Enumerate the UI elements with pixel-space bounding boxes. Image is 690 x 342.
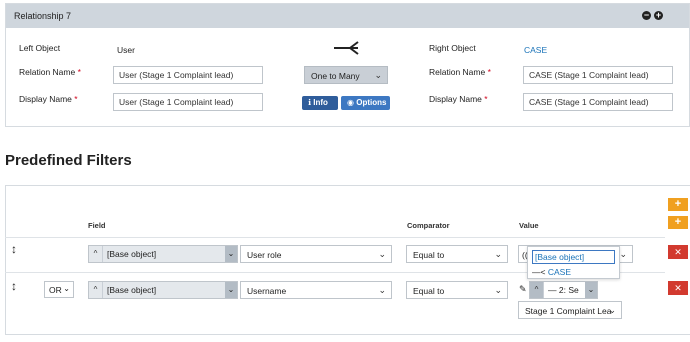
comparator-select[interactable]: Equal to ⌄ — [406, 281, 508, 299]
dropdown-item-case[interactable]: —< CASE — [532, 267, 571, 277]
value-option-select[interactable]: Stage 1 Complaint Lea ⌄ — [518, 301, 622, 319]
plus-circle-icon[interactable]: + — [654, 11, 663, 20]
right-display-name-label: Display Name * — [429, 94, 488, 104]
chevron-down-icon: ⌄ — [494, 285, 502, 295]
info-label: Info — [313, 98, 328, 107]
eye-icon: ◉ — [347, 98, 354, 107]
chevron-down-icon: ⌄ — [374, 70, 382, 80]
dropdown-item-base-object[interactable]: [Base object] — [532, 250, 615, 264]
chevron-up-icon[interactable]: ^ — [89, 246, 102, 262]
relationship-header[interactable]: Relationship 7 − + — [6, 4, 689, 28]
minus-circle-icon[interactable]: − — [642, 11, 651, 20]
chevron-down-icon: ⌄ — [494, 249, 502, 259]
right-relation-name-input[interactable] — [523, 66, 673, 84]
delete-row-button[interactable]: ✕ — [668, 245, 688, 259]
connector-select[interactable]: OR ⌄ — [44, 281, 74, 298]
add-filter-button[interactable]: + — [668, 216, 688, 229]
predefined-filters-title: Predefined Filters — [5, 152, 132, 169]
edit-icon[interactable]: ✎ — [519, 284, 527, 295]
display-name-input[interactable] — [113, 93, 263, 111]
column-field: Field — [88, 221, 106, 230]
chevron-up-icon[interactable]: ^ — [89, 282, 102, 298]
left-object-value: User — [117, 45, 135, 55]
attribute-select[interactable]: Username ⌄ — [240, 281, 392, 299]
left-object-label: Left Object — [19, 43, 61, 53]
display-name-label: Display Name * — [19, 94, 78, 104]
row-divider — [5, 237, 665, 238]
one-to-many-icon: —< — [532, 267, 546, 277]
comparator-value: Equal to — [413, 286, 445, 296]
relation-name-input[interactable] — [113, 66, 263, 84]
options-label: Options — [356, 98, 387, 107]
base-object-combo[interactable]: ^ [Base object] ⌄ — [88, 281, 238, 299]
chevron-down-icon[interactable]: ⌄ — [225, 282, 237, 298]
cardinality-value: One to Many — [311, 71, 360, 81]
base-object-value: [Base object] — [102, 282, 225, 298]
info-icon: ℹ — [308, 98, 312, 107]
right-relation-name-label: Relation Name * — [429, 67, 491, 77]
drag-handle-icon[interactable]: ↕ — [11, 242, 17, 256]
cardinality-select[interactable]: One to Many ⌄ — [304, 66, 388, 84]
chevron-down-icon: ⌄ — [378, 285, 386, 295]
relation-name-label: Relation Name * — [19, 67, 81, 77]
chevron-down-icon: ⌄ — [619, 249, 627, 259]
right-object-link[interactable]: CASE — [524, 45, 547, 55]
attribute-value: User role — [247, 250, 282, 260]
base-object-combo[interactable]: ^ [Base object] ⌄ — [88, 245, 238, 263]
drag-handle-icon[interactable]: ↕ — [11, 279, 17, 293]
base-object-value: [Base object] — [102, 246, 225, 262]
attribute-select[interactable]: User role ⌄ — [240, 245, 392, 263]
relationship-title: Relationship 7 — [14, 11, 72, 21]
chevron-down-icon[interactable]: ⌄ — [225, 246, 237, 262]
attribute-value: Username — [247, 286, 287, 296]
value-combo-value: 2: Se — [558, 285, 579, 295]
delete-row-button[interactable]: ✕ — [668, 281, 688, 295]
chevron-down-icon: ⌄ — [608, 305, 616, 315]
chevron-down-icon[interactable]: ⌄ — [585, 282, 597, 298]
column-comparator: Comparator — [407, 221, 450, 230]
relation-line-icon: — — [548, 285, 557, 295]
comparator-value: Equal to — [413, 250, 445, 260]
add-group-button[interactable]: + — [668, 198, 688, 211]
value-combo[interactable]: ^ — 2: Se ⌄ — [529, 281, 598, 299]
right-display-name-input[interactable] — [523, 93, 673, 111]
chevron-down-icon: ⌄ — [378, 249, 386, 259]
info-button[interactable]: ℹ Info — [302, 96, 338, 110]
chevron-down-icon: ⌄ — [63, 284, 70, 293]
column-value: Value — [519, 221, 539, 230]
value-dropdown-menu: [Base object] —< CASE — [527, 246, 620, 279]
comparator-select[interactable]: Equal to ⌄ — [406, 245, 508, 263]
connector-value: OR — [49, 285, 62, 295]
value-option-text: Stage 1 Complaint Lea — [525, 306, 612, 316]
chevron-up-icon[interactable]: ^ — [530, 282, 543, 298]
right-object-label: Right Object — [429, 43, 476, 53]
value-combo-text: — 2: Se — [543, 282, 585, 298]
options-button[interactable]: ◉ Options — [341, 96, 390, 110]
one-to-many-icon — [334, 41, 359, 55]
dropdown-item-case-label: CASE — [547, 267, 571, 277]
